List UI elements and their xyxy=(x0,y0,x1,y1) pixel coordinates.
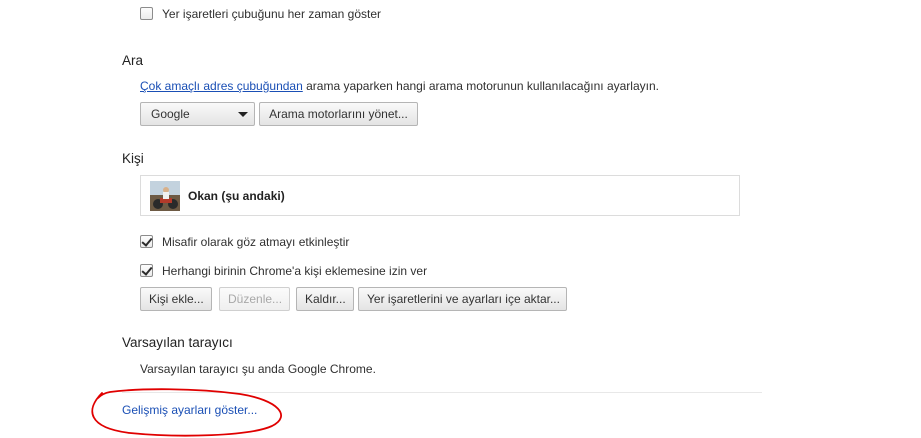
search-section-title: Ara xyxy=(122,53,144,68)
guest-browsing-checkbox[interactable] xyxy=(140,235,153,248)
show-advanced-settings-link[interactable]: Gelişmiş ayarları göster... xyxy=(122,403,257,417)
add-person-button[interactable]: Kişi ekle... xyxy=(140,287,212,311)
allow-add-person-checkbox[interactable] xyxy=(140,264,153,277)
profile-name: Okan (şu andaki) xyxy=(188,189,285,203)
profile-list[interactable]: Okan (şu andaki) xyxy=(140,175,740,216)
avatar-photo-icon xyxy=(150,181,180,211)
allow-add-person-label: Herhangi birinin Chrome'a kişi eklemesin… xyxy=(162,264,428,278)
guest-browsing-label: Misafir olarak göz atmayı etkinleştir xyxy=(162,235,350,249)
bookmarks-bar-label: Yer işaretleri çubuğunu her zaman göster xyxy=(162,7,382,21)
search-description-text: arama yaparken hangi arama motorunun kul… xyxy=(302,79,659,93)
edit-person-button[interactable]: Düzenle... xyxy=(219,287,290,311)
manage-search-engines-button[interactable]: Arama motorlarını yönet... xyxy=(259,102,418,126)
search-engine-select[interactable]: Google xyxy=(140,102,255,126)
people-section-title: Kişi xyxy=(122,151,144,166)
remove-person-button[interactable]: Kaldır... xyxy=(296,287,354,311)
import-bookmarks-button[interactable]: Yer işaretlerini ve ayarları içe aktar..… xyxy=(358,287,567,311)
bookmarks-bar-checkbox[interactable] xyxy=(140,7,153,20)
avatar xyxy=(150,181,180,211)
default-browser-title: Varsayılan tarayıcı xyxy=(122,335,233,350)
default-browser-status: Varsayılan tarayıcı şu anda Google Chrom… xyxy=(140,362,376,376)
search-description: Çok amaçlı adres çubuğundan arama yapark… xyxy=(140,79,659,93)
chevron-down-icon xyxy=(238,112,248,117)
section-divider xyxy=(122,392,762,393)
search-engine-selected: Google xyxy=(151,107,190,121)
omnibox-link[interactable]: Çok amaçlı adres çubuğundan xyxy=(140,79,303,93)
